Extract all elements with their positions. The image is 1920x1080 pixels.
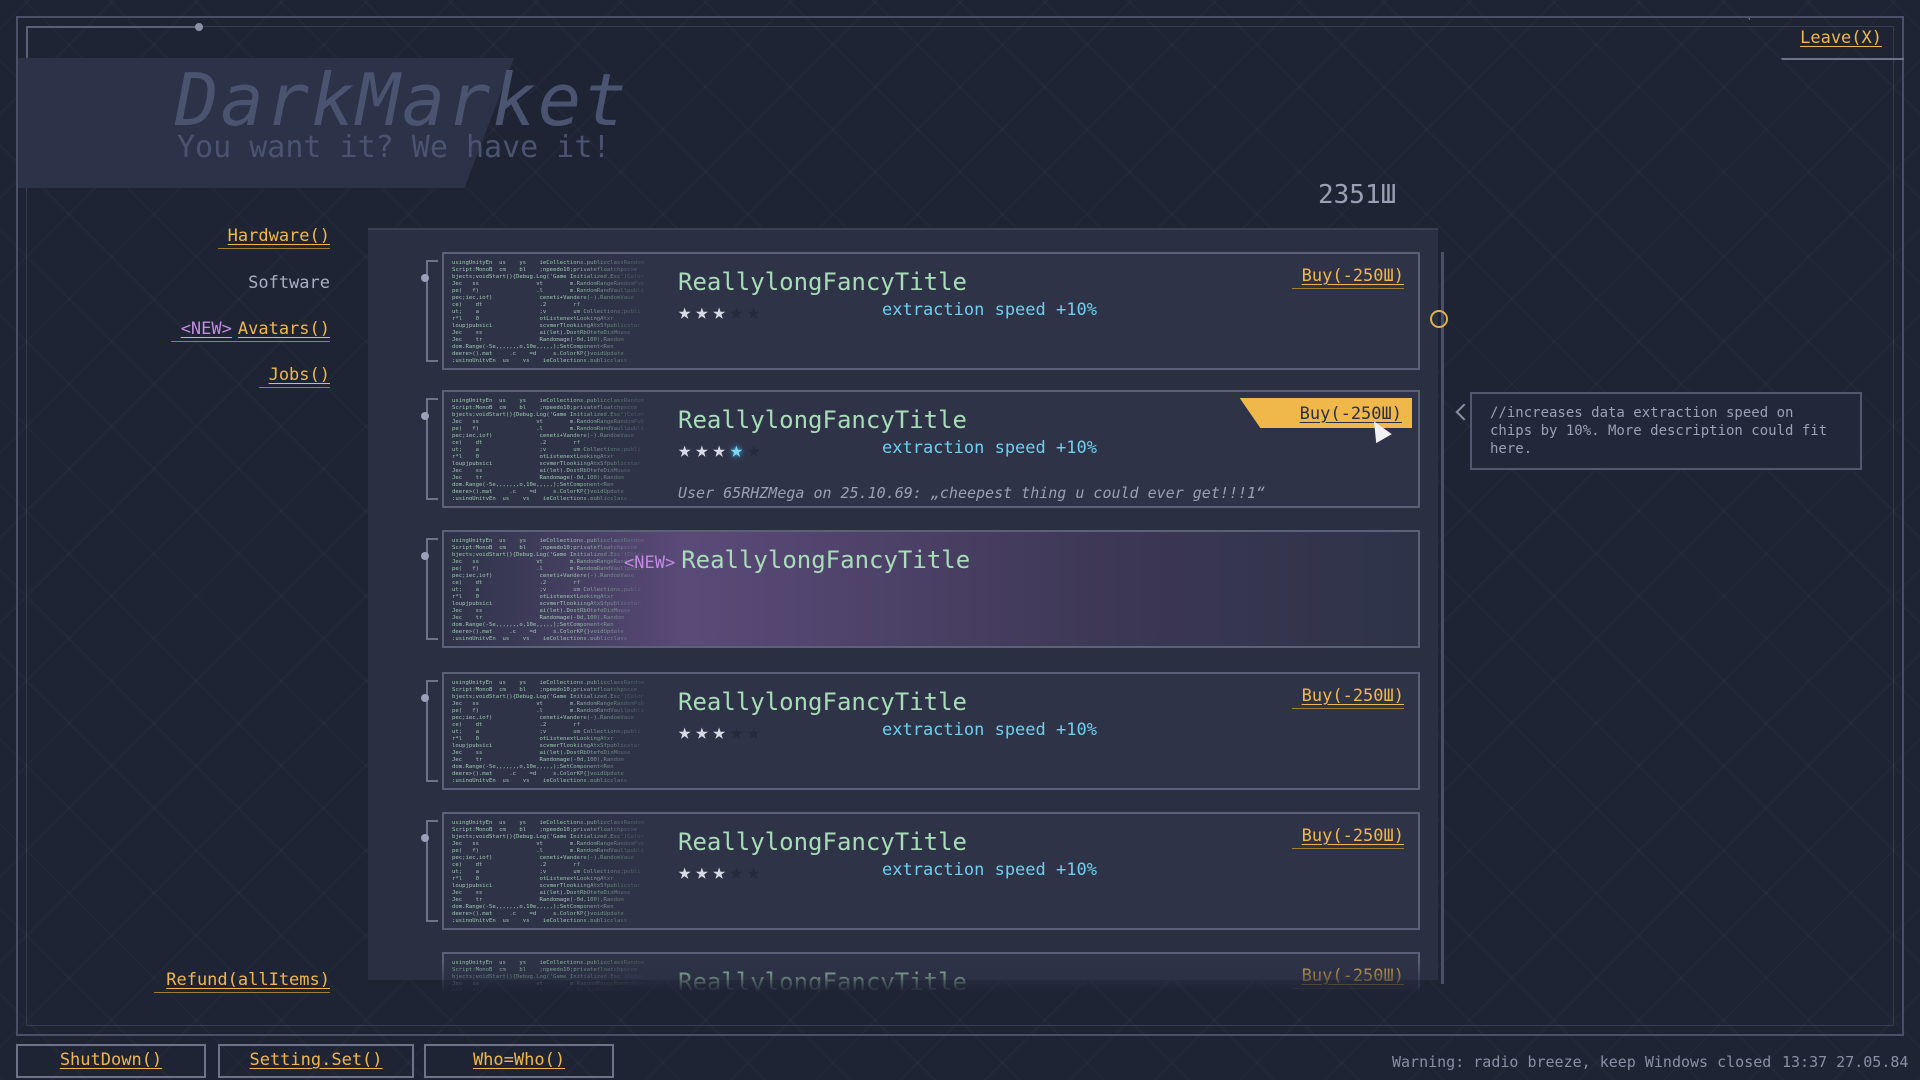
item-code-thumbnail: usingUnityEn us ys ieCollections.publicc… <box>452 398 644 500</box>
menu-item-label: Avatars() <box>237 319 330 339</box>
shutdown-label: ShutDown() <box>59 1050 163 1070</box>
buy-button[interactable]: Buy(-250Ш) <box>1291 826 1404 849</box>
leave-button[interactable]: Leave(X) <box>1800 28 1882 48</box>
settings-button[interactable]: Setting.Set() <box>218 1044 414 1078</box>
who-button[interactable]: Who=Who() <box>424 1044 614 1078</box>
item-description-tooltip: //increases data extraction speed on chi… <box>1470 392 1862 470</box>
star-icon: ★ <box>678 860 696 885</box>
rating-stars: ★★★★★ <box>678 860 764 885</box>
item-stat: extraction speed +10% <box>882 438 1097 458</box>
who-label: Who=Who() <box>472 1050 566 1070</box>
item-title: ReallylongFancyTitle <box>678 688 967 716</box>
star-icon: ★ <box>729 860 747 885</box>
item-code-thumbnail: usingUnityEn us ys ieCollections.publicc… <box>452 820 644 922</box>
item-node <box>421 274 429 282</box>
settings-label: Setting.Set() <box>249 1050 383 1070</box>
list-item[interactable]: usingUnityEn us ys ieCollections.publicc… <box>421 252 1420 370</box>
item-title: ReallylongFancyTitle <box>678 968 967 992</box>
new-badge: <NEW> <box>180 319 232 339</box>
list-item[interactable]: usingUnityEn us ys ieCollections.publicc… <box>421 530 1420 648</box>
star-icon[interactable]: ★ <box>730 438 747 463</box>
menu-item-software: Software <box>248 273 330 293</box>
star-icon: ★ <box>747 300 765 325</box>
star-icon: ★ <box>695 720 713 745</box>
star-icon: ★ <box>695 860 713 885</box>
item-code-thumbnail: usingUnityEn us ys ieCollections.publicc… <box>452 260 644 362</box>
item-title-text: ReallylongFancyTitle <box>681 546 971 574</box>
item-stat: extraction speed +10% <box>882 860 1097 880</box>
list-item[interactable]: usingUnityEn us ys ieCollections.publicc… <box>421 672 1420 790</box>
star-icon[interactable]: ★ <box>695 438 712 463</box>
item-title: <NEW> ReallylongFancyTitle <box>624 546 970 574</box>
scrollbar-thumb[interactable] <box>1430 310 1448 328</box>
star-icon: ★ <box>695 300 713 325</box>
item-title: ReallylongFancyTitle <box>678 828 967 856</box>
clock: 13:37 27.05.84 <box>1782 1053 1909 1071</box>
user-review: User 65RHZMega on 25.10.69: „cheepest th… <box>678 484 1265 502</box>
star-icon: ★ <box>747 860 765 885</box>
list-item[interactable]: usingUnityEn us ys ieCollections.publicc… <box>421 390 1420 508</box>
item-stat: extraction speed +10% <box>882 720 1097 740</box>
star-icon: ★ <box>729 300 747 325</box>
menu-item-avatars[interactable]: <NEW> Avatars() <box>170 319 330 342</box>
menu-item-jobs[interactable]: Jobs() <box>258 365 330 388</box>
rating-stars: ★★★★★ <box>678 720 764 745</box>
refund-all-button[interactable]: Refund(allItems) <box>154 970 330 993</box>
rating-stars[interactable]: ★★★★★ <box>678 438 764 463</box>
list-item[interactable]: usingUnityEn us ys ieCollections.publicc… <box>421 812 1420 930</box>
warning-message: Warning: radio breeze, keep Windows clos… <box>1392 1053 1772 1071</box>
item-node <box>421 694 429 702</box>
star-icon: ★ <box>678 300 696 325</box>
new-badge: <NEW> <box>624 553 676 573</box>
star-icon: ★ <box>678 720 696 745</box>
item-code-thumbnail: usingUnityEn us ys ieCollections.publicc… <box>452 680 644 782</box>
list-item[interactable]: usingUnityEn us ys ieCollections.publicc… <box>442 952 1420 992</box>
star-icon: ★ <box>729 720 747 745</box>
buy-button[interactable]: Buy(-250Ш) <box>1291 266 1404 289</box>
item-code-thumbnail: usingUnityEn us ys ieCollections.publicc… <box>452 960 644 992</box>
star-icon: ★ <box>747 720 765 745</box>
item-node <box>421 834 429 842</box>
frame-node <box>195 23 203 31</box>
star-icon[interactable]: ★ <box>713 438 730 463</box>
scrollbar-track[interactable] <box>1441 252 1444 984</box>
menu-item-hardware[interactable]: Hardware() <box>217 226 330 249</box>
item-title: ReallylongFancyTitle <box>678 268 967 296</box>
shutdown-button[interactable]: ShutDown() <box>16 1044 206 1078</box>
star-icon: ★ <box>712 300 730 325</box>
app-subtitle: You want it? We have it! <box>177 130 611 165</box>
frame-accent-line <box>26 26 196 28</box>
rating-stars: ★★★★★ <box>678 300 764 325</box>
star-icon: ★ <box>712 860 730 885</box>
currency-balance: 2351Ш <box>1318 180 1397 210</box>
item-node <box>421 412 429 420</box>
item-node <box>421 552 429 560</box>
star-icon[interactable]: ★ <box>747 438 764 463</box>
item-title: ReallylongFancyTitle <box>678 406 967 434</box>
item-stat: extraction speed +10% <box>882 300 1097 320</box>
star-icon[interactable]: ★ <box>678 438 695 463</box>
buy-button[interactable]: Buy(-250Ш) <box>1291 966 1404 989</box>
buy-button[interactable]: Buy(-250Ш) <box>1291 686 1404 709</box>
star-icon: ★ <box>712 720 730 745</box>
